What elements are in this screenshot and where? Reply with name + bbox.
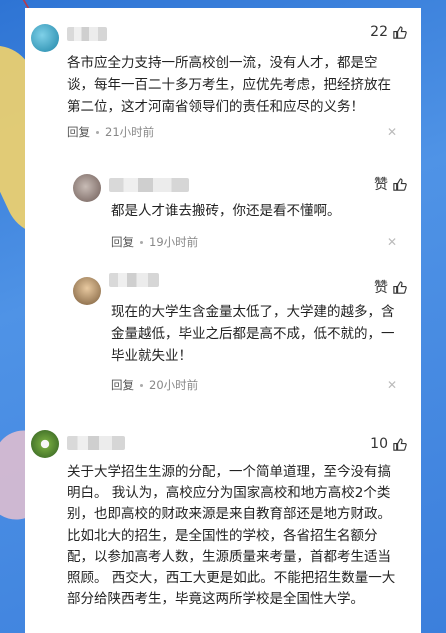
avatar[interactable] <box>31 24 59 52</box>
avatar[interactable] <box>73 174 101 202</box>
close-icon[interactable]: ✕ <box>387 378 397 392</box>
comment-meta: 回复 21小时前 <box>67 124 154 140</box>
comment-text: 关于大学招生生源的分配，一个简单道理，至今没有搞明白。 我认为，高校应分为国家高… <box>67 464 396 608</box>
username-blurred[interactable] <box>67 436 125 450</box>
thumb-up-icon <box>393 177 407 191</box>
timestamp: 21小时前 <box>105 125 155 139</box>
like-label: 赞 <box>374 177 388 193</box>
comment-text: 现在的大学生含金量太低了，大学建的越多，含金量越低，毕业之后都是高不成，低不就的… <box>111 304 395 364</box>
like-button[interactable]: 22 <box>370 24 407 40</box>
reply-button[interactable]: 回复 <box>111 377 134 393</box>
comment-text: 各市应全力支持一所高校创一流，没有人才，都是空谈，每年一百二十多万考生，应优先考… <box>67 55 391 115</box>
like-button[interactable]: 10 <box>370 436 407 452</box>
close-icon[interactable]: ✕ <box>387 125 397 139</box>
like-label: 赞 <box>374 280 388 296</box>
separator-dot <box>140 383 143 387</box>
thumb-up-icon <box>393 25 407 39</box>
comment-text: 都是人才谁去搬砖，你还是看不懂啊。 <box>111 203 341 219</box>
separator-dot <box>140 240 143 244</box>
reply-button[interactable]: 回复 <box>111 234 134 250</box>
comment-meta: 回复 19小时前 <box>111 234 198 250</box>
timestamp: 19小时前 <box>149 235 199 249</box>
like-count: 22 <box>370 24 388 40</box>
like-button[interactable]: 赞 <box>374 277 407 297</box>
comment-meta: 回复 20小时前 <box>111 377 198 393</box>
username-blurred[interactable] <box>67 27 107 41</box>
comments-panel: 22 各市应全力支持一所高校创一流，没有人才，都是空谈，每年一百二十多万考生，应… <box>25 8 421 633</box>
close-icon[interactable]: ✕ <box>387 235 397 249</box>
avatar[interactable] <box>31 430 59 458</box>
username-blurred[interactable] <box>109 178 189 192</box>
thumb-up-icon <box>393 437 407 451</box>
separator-dot <box>96 130 99 134</box>
thumb-up-icon <box>393 280 407 294</box>
like-button[interactable]: 赞 <box>374 174 407 194</box>
timestamp: 20小时前 <box>149 378 199 392</box>
like-count: 10 <box>370 436 388 452</box>
reply-button[interactable]: 回复 <box>67 124 90 140</box>
avatar[interactable] <box>73 277 101 305</box>
username-blurred[interactable] <box>109 273 159 287</box>
